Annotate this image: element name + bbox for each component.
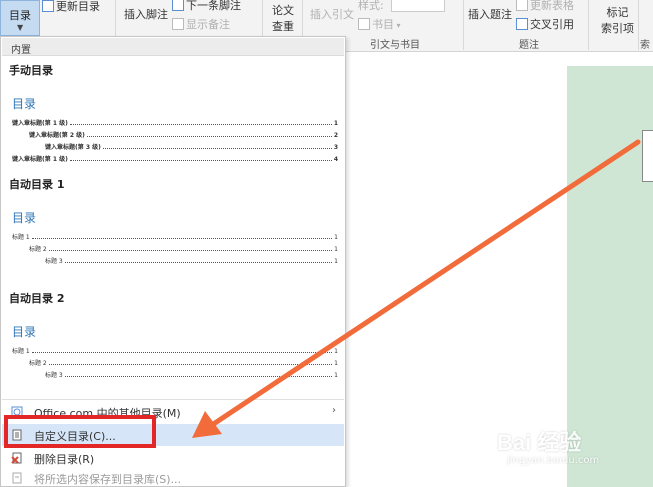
section-header-label: 内置 xyxy=(11,45,31,56)
toc-preview-line: 键入章标题(第 3 级) 3 xyxy=(45,144,338,151)
paper-check-button[interactable]: 论文 查重 xyxy=(272,2,294,34)
watermark-url: jingyan.baidu.com xyxy=(507,455,600,466)
chevron-down-icon: ▼ xyxy=(17,23,24,32)
bibliography-button[interactable]: 书目 ▾ xyxy=(358,16,401,32)
toc-preview-line: 键入章标题(第 2 级) 2 xyxy=(29,132,338,139)
manual-toc-heading: 目录 xyxy=(12,97,37,111)
toc-preview-line: 键入章标题(第 1 级) 1 xyxy=(12,120,338,127)
toc-preview-line: 键入章标题(第 1 级) 4 xyxy=(12,156,338,163)
chevron-right-icon: › xyxy=(332,405,336,416)
show-notes-icon xyxy=(172,18,184,30)
next-footnote-icon xyxy=(172,0,184,11)
show-notes-button[interactable]: 显示备注 xyxy=(172,16,230,32)
cross-reference-button[interactable]: 交叉引用 xyxy=(516,16,574,32)
toc-button[interactable]: 目录 ▼ xyxy=(0,0,40,36)
watermark-brand: Bai 经验 xyxy=(497,430,582,455)
ribbon-separator xyxy=(463,0,464,50)
update-table-icon xyxy=(516,0,528,11)
page-margin-marker xyxy=(642,130,653,182)
update-toc-icon xyxy=(42,0,54,12)
toc-preview-line: 标题 21 xyxy=(29,360,338,367)
section-header: 内置 xyxy=(2,38,344,56)
menu-separator xyxy=(2,399,344,400)
mark-entry-label-1: 标记 xyxy=(606,6,629,19)
ribbon-separator xyxy=(638,0,639,50)
insert-citation-label: 插入引文 xyxy=(310,8,354,21)
toc-preview-line: 标题 11 xyxy=(12,234,338,241)
paper-check-label-2: 查重 xyxy=(272,20,294,33)
manual-toc-title: 手动目录 xyxy=(9,64,53,77)
auto-toc-2-heading: 目录 xyxy=(12,325,37,339)
toc-preview-line: 标题 21 xyxy=(29,246,338,253)
auto-toc-1-title: 自动目录 1 xyxy=(9,178,65,191)
toc-preview-line: 标题 11 xyxy=(12,348,338,355)
style-label: 样式: xyxy=(358,0,384,12)
auto-toc-2-title: 自动目录 2 xyxy=(9,292,65,305)
insert-caption-label: 插入题注 xyxy=(468,8,512,21)
bibliography-icon xyxy=(358,18,370,30)
cross-reference-icon xyxy=(516,18,528,30)
save-selection-label: 将所选内容保存到目录库(S)... xyxy=(34,473,182,486)
update-table-label: 更新表格 xyxy=(530,0,574,12)
insert-footnote-label: 插入脚注 xyxy=(124,8,168,21)
auto-toc-1-heading: 目录 xyxy=(12,211,37,225)
group-label-citations: 引文与书目 xyxy=(370,40,420,51)
remove-toc-label: 删除目录(R) xyxy=(34,453,95,466)
ribbon-separator xyxy=(588,0,589,50)
insert-citation-button[interactable]: 插入引文 xyxy=(310,6,354,22)
toc-preview-line: 标题 31 xyxy=(45,372,338,379)
toc-button-label: 目录 xyxy=(9,9,31,22)
next-footnote-button[interactable]: 下一条脚注 xyxy=(172,0,241,13)
toc-preview-line: 标题 31 xyxy=(45,258,338,265)
cross-reference-label: 交叉引用 xyxy=(530,18,574,31)
highlight-box xyxy=(4,415,156,448)
update-toc-label: 更新目录 xyxy=(56,0,100,13)
group-label-captions: 题注 xyxy=(519,40,539,51)
style-dropdown[interactable] xyxy=(391,0,446,12)
style-selector[interactable]: 样式: xyxy=(358,0,446,13)
save-selection-item[interactable]: 将所选内容保存到目录库(S)... xyxy=(2,467,344,487)
update-toc-button[interactable]: 更新目录 xyxy=(42,0,100,14)
show-notes-label: 显示备注 xyxy=(186,18,230,31)
mark-entry-label-2: 索引项 xyxy=(601,22,634,35)
document-page[interactable] xyxy=(567,66,653,487)
remove-icon xyxy=(11,452,22,464)
update-table-button[interactable]: 更新表格 xyxy=(516,0,574,13)
bibliography-label: 书目 xyxy=(372,18,394,31)
paper-check-label-1: 论文 xyxy=(272,4,294,17)
save-to-gallery-icon xyxy=(12,472,22,484)
next-footnote-label: 下一条脚注 xyxy=(186,0,241,12)
mark-entry-button[interactable]: 标记 索引项 xyxy=(601,4,634,36)
insert-caption-button[interactable]: 插入题注 xyxy=(468,6,512,22)
remove-toc-item[interactable]: 删除目录(R) xyxy=(2,447,344,469)
insert-footnote-button[interactable]: 插入脚注 xyxy=(124,6,168,22)
